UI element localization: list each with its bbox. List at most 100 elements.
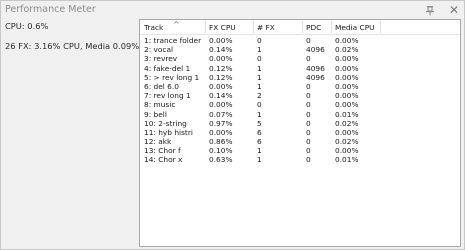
cell-media-cpu: 0.01% <box>335 109 359 119</box>
cell-pdc: 0 <box>306 91 311 101</box>
cell-fx-cpu: 0.86% <box>209 137 233 147</box>
cell-pdc: 0 <box>306 146 311 156</box>
column-separator[interactable] <box>331 21 332 33</box>
cell-track: 11: hyb histri <box>144 127 193 137</box>
cell-pdc: 0 <box>306 100 311 110</box>
cell-track: 10: 2-string <box>144 118 187 128</box>
cell-fx-cpu: 0.63% <box>209 155 233 165</box>
cell-num-fx: 6 <box>257 137 262 147</box>
table-row[interactable]: 14: Chor x 0.63% 1 0 0.01% <box>140 155 460 164</box>
cell-num-fx: 2 <box>257 91 262 101</box>
pin-icon <box>426 5 434 15</box>
column-separator[interactable] <box>380 21 381 33</box>
table-row[interactable]: 3: revrev 0.00% 0 0 0.00% <box>140 54 460 63</box>
table-row[interactable]: 2: vocal 0.14% 1 4096 0.02% <box>140 45 460 54</box>
cell-fx-cpu: 0.10% <box>209 146 233 156</box>
table-row[interactable]: 8: music 0.00% 0 0 0.00% <box>140 100 460 109</box>
cell-media-cpu: 0.00% <box>335 91 359 101</box>
column-header-pdc[interactable]: PDC <box>306 23 321 32</box>
table-row[interactable]: 12: akk 0.86% 6 0 0.02% <box>140 137 460 146</box>
cell-media-cpu: 0.01% <box>335 155 359 165</box>
cell-num-fx: 1 <box>257 146 262 156</box>
cell-pdc: 0 <box>306 109 311 119</box>
track-performance-list[interactable]: Track ^ FX CPU # FX PDC Media CPU 1: tra… <box>139 19 461 247</box>
cell-fx-cpu: 0.00% <box>209 81 233 91</box>
cell-media-cpu: 0.00% <box>335 54 359 64</box>
column-separator[interactable] <box>302 21 303 33</box>
column-header-fx-cpu[interactable]: FX CPU <box>209 23 236 32</box>
column-header-media-cpu[interactable]: Media CPU <box>335 23 375 32</box>
cell-num-fx: 1 <box>257 45 262 55</box>
cell-num-fx: 1 <box>257 63 262 73</box>
column-header-num-fx[interactable]: # FX <box>257 23 275 32</box>
cell-num-fx: 1 <box>257 155 262 165</box>
cell-pdc: 4096 <box>306 63 325 73</box>
table-row[interactable]: 4: fake-del 1 0.12% 1 4096 0.00% <box>140 64 460 73</box>
cell-track: 1: trance folder <box>144 36 202 45</box>
performance-meter-window: Performance Meter ✕ CPU: 0.6% 26 FX: 3.1… <box>0 0 465 250</box>
title-bar[interactable]: Performance Meter ✕ <box>1 1 464 19</box>
table-row[interactable]: 7: rev long 1 0.14% 2 0 0.00% <box>140 91 460 100</box>
fx-summary-label: 26 FX: 3.16% CPU, Media 0.09% <box>5 41 140 51</box>
cell-media-cpu: 0.02% <box>335 137 359 147</box>
cell-pdc: 4096 <box>306 45 325 55</box>
cell-fx-cpu: 0.12% <box>209 72 233 82</box>
cell-pdc: 0 <box>306 137 311 147</box>
window-title: Performance Meter <box>5 4 96 15</box>
cell-track: 14: Chor x <box>144 155 183 165</box>
cpu-total-label: CPU: 0.6% <box>5 21 49 31</box>
cell-pdc: 0 <box>306 127 311 137</box>
pin-button[interactable] <box>424 4 436 16</box>
cell-pdc: 0 <box>306 36 311 45</box>
cell-track: 5: > rev long 1 <box>144 72 200 82</box>
cell-pdc: 4096 <box>306 72 325 82</box>
close-button[interactable]: ✕ <box>448 3 460 16</box>
cell-pdc: 0 <box>306 118 311 128</box>
cell-num-fx: 0 <box>257 54 262 64</box>
close-icon: ✕ <box>448 2 460 17</box>
cell-media-cpu: 0.00% <box>335 146 359 156</box>
cell-track: 8: music <box>144 100 176 110</box>
cell-pdc: 0 <box>306 54 311 64</box>
table-row[interactable]: 13: Chor f 0.10% 1 0 0.00% <box>140 146 460 155</box>
cell-track: 12: akk <box>144 137 172 147</box>
cell-media-cpu: 0.00% <box>335 36 359 45</box>
table-row[interactable]: 11: hyb histri 0.00% 6 0 0.00% <box>140 128 460 137</box>
cell-track: 13: Chor f <box>144 146 181 156</box>
cell-track: 4: fake-del 1 <box>144 63 191 73</box>
list-rows: 1: trance folder 0.00% 0 0 0.00% 2: voca… <box>140 36 460 165</box>
table-row[interactable]: 10: 2-string 0.97% 5 0 0.02% <box>140 119 460 128</box>
cell-fx-cpu: 0.14% <box>209 45 233 55</box>
cell-fx-cpu: 0.00% <box>209 100 233 110</box>
cell-num-fx: 1 <box>257 109 262 119</box>
cell-num-fx: 0 <box>257 100 262 110</box>
list-header: Track ^ FX CPU # FX PDC Media CPU <box>140 20 460 35</box>
cell-track: 2: vocal <box>144 45 174 55</box>
cell-media-cpu: 0.00% <box>335 63 359 73</box>
cell-pdc: 0 <box>306 155 311 165</box>
cell-media-cpu: 0.00% <box>335 81 359 91</box>
column-header-track[interactable]: Track ^ <box>144 21 180 33</box>
cell-num-fx: 1 <box>257 81 262 91</box>
cell-track: 3: revrev <box>144 54 178 64</box>
cell-num-fx: 6 <box>257 127 262 137</box>
cell-fx-cpu: 0.12% <box>209 63 233 73</box>
cell-fx-cpu: 0.97% <box>209 118 233 128</box>
cell-num-fx: 1 <box>257 72 262 82</box>
cell-num-fx: 5 <box>257 118 262 128</box>
cell-track: 6: del 6.0 <box>144 81 179 91</box>
cell-media-cpu: 0.00% <box>335 100 359 110</box>
cell-track: 9: bell <box>144 109 167 119</box>
column-separator[interactable] <box>253 21 254 33</box>
column-separator[interactable] <box>205 21 206 33</box>
cell-fx-cpu: 0.00% <box>209 127 233 137</box>
table-row[interactable]: 5: > rev long 1 0.12% 1 4096 0.00% <box>140 73 460 82</box>
table-row[interactable]: 9: bell 0.07% 1 0 0.01% <box>140 110 460 119</box>
cell-media-cpu: 0.02% <box>335 45 359 55</box>
cell-track: 7: rev long 1 <box>144 91 191 101</box>
cell-media-cpu: 0.00% <box>335 72 359 82</box>
table-row[interactable]: 1: trance folder 0.00% 0 0 0.00% <box>140 36 460 45</box>
cell-fx-cpu: 0.00% <box>209 36 233 45</box>
cell-media-cpu: 0.02% <box>335 118 359 128</box>
table-row[interactable]: 6: del 6.0 0.00% 1 0 0.00% <box>140 82 460 91</box>
